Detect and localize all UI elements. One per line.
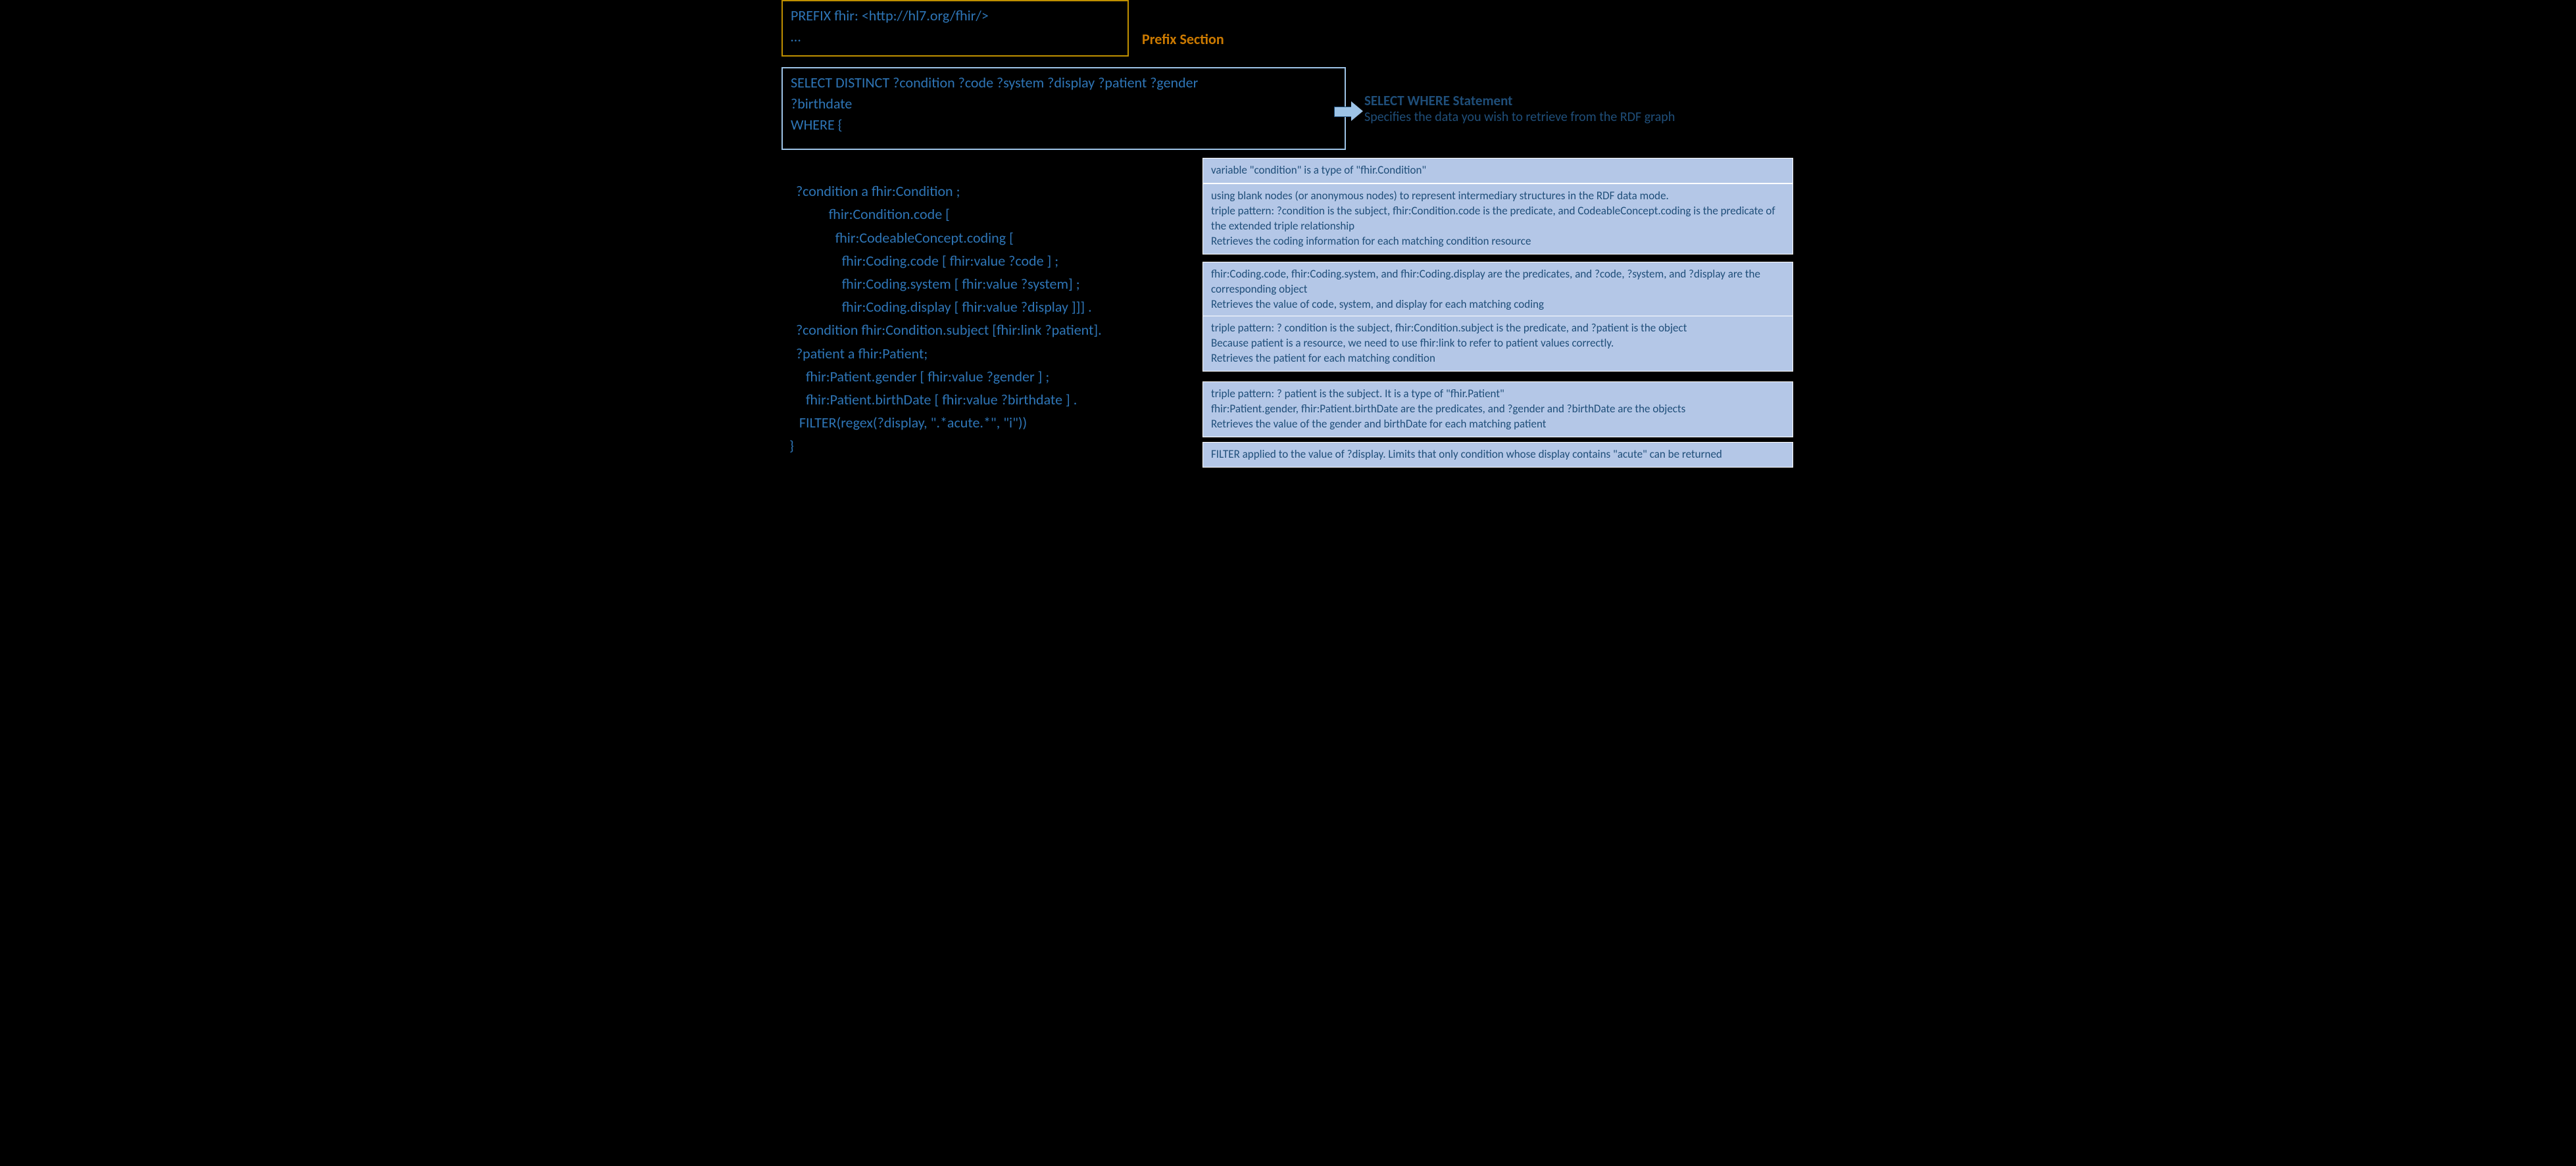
diagram-canvas: PREFIX fhir: <http://hl7.org/fhir/> … Pr… xyxy=(774,0,1802,467)
code-line: ?condition a fhir:Condition ; xyxy=(789,182,960,200)
prefix-code-box: PREFIX fhir: <http://hl7.org/fhir/> … xyxy=(781,0,1129,57)
prefix-ellipsis: … xyxy=(791,26,1120,47)
code-line: fhir:Coding.code [ fhir:value ?code ] ; xyxy=(789,252,1058,270)
code-line: } xyxy=(789,437,794,454)
code-line: fhir:Patient.birthDate [ fhir:value ?bir… xyxy=(789,391,1077,408)
select-line: WHERE { xyxy=(791,114,1337,135)
select-line: SELECT DISTINCT ?condition ?code ?system… xyxy=(791,72,1337,93)
code-line: fhir:Patient.gender [ fhir:value ?gender… xyxy=(789,368,1049,385)
select-where-box: SELECT DISTINCT ?condition ?code ?system… xyxy=(781,67,1346,150)
annotation-cell: FILTER applied to the value of ?display.… xyxy=(1203,443,1793,468)
select-where-title: SELECT WHERE Statement xyxy=(1364,92,1779,109)
annotation-row: FILTER applied to the value of ?display.… xyxy=(1202,442,1793,468)
code-line: fhir:CodeableConcept.coding [ xyxy=(789,229,1014,247)
select-where-label: SELECT WHERE Statement Specifies the dat… xyxy=(1364,92,1779,125)
annotation-cell: variable "condition" is a type of "fhir.… xyxy=(1203,158,1793,183)
code-line: ?patient a fhir:Patient; xyxy=(789,345,928,362)
annotation-cell: triple pattern: ? patient is the subject… xyxy=(1203,382,1793,437)
annotation-row: variable "condition" is a type of "fhir.… xyxy=(1202,158,1793,183)
annotation-cell: triple pattern: ? condition is the subje… xyxy=(1203,316,1793,372)
select-line: ?birthdate xyxy=(791,93,1337,114)
code-line: fhir:Coding.system [ fhir:value ?system]… xyxy=(789,275,1080,293)
annotation-row: triple pattern: ? patient is the subject… xyxy=(1202,381,1793,437)
annotation-row: triple pattern: ? condition is the subje… xyxy=(1202,316,1793,372)
code-line: FILTER(regex(?display, ".*acute.*", "i")… xyxy=(789,414,1027,431)
prefix-line: PREFIX fhir: <http://hl7.org/fhir/> xyxy=(791,5,1120,26)
annotation-row: fhir:Coding.code, fhir:Coding.system, an… xyxy=(1202,262,1793,318)
annotation-cell: fhir:Coding.code, fhir:Coding.system, an… xyxy=(1203,262,1793,318)
code-line: fhir:Coding.display [ fhir:value ?displa… xyxy=(789,298,1092,316)
code-line: fhir:Condition.code [ xyxy=(789,205,950,223)
select-where-subtitle: Specifies the data you wish to retrieve … xyxy=(1364,109,1779,125)
query-body-box: ?condition a fhir:Condition ; fhir:Condi… xyxy=(781,153,1205,454)
annotation-row: using blank nodes (or anonymous nodes) t… xyxy=(1202,183,1793,255)
code-line: ?condition fhir:Condition.subject [fhir:… xyxy=(789,321,1102,339)
annotation-cell: using blank nodes (or anonymous nodes) t… xyxy=(1203,184,1793,255)
prefix-section-label: Prefix Section xyxy=(1142,30,1224,48)
